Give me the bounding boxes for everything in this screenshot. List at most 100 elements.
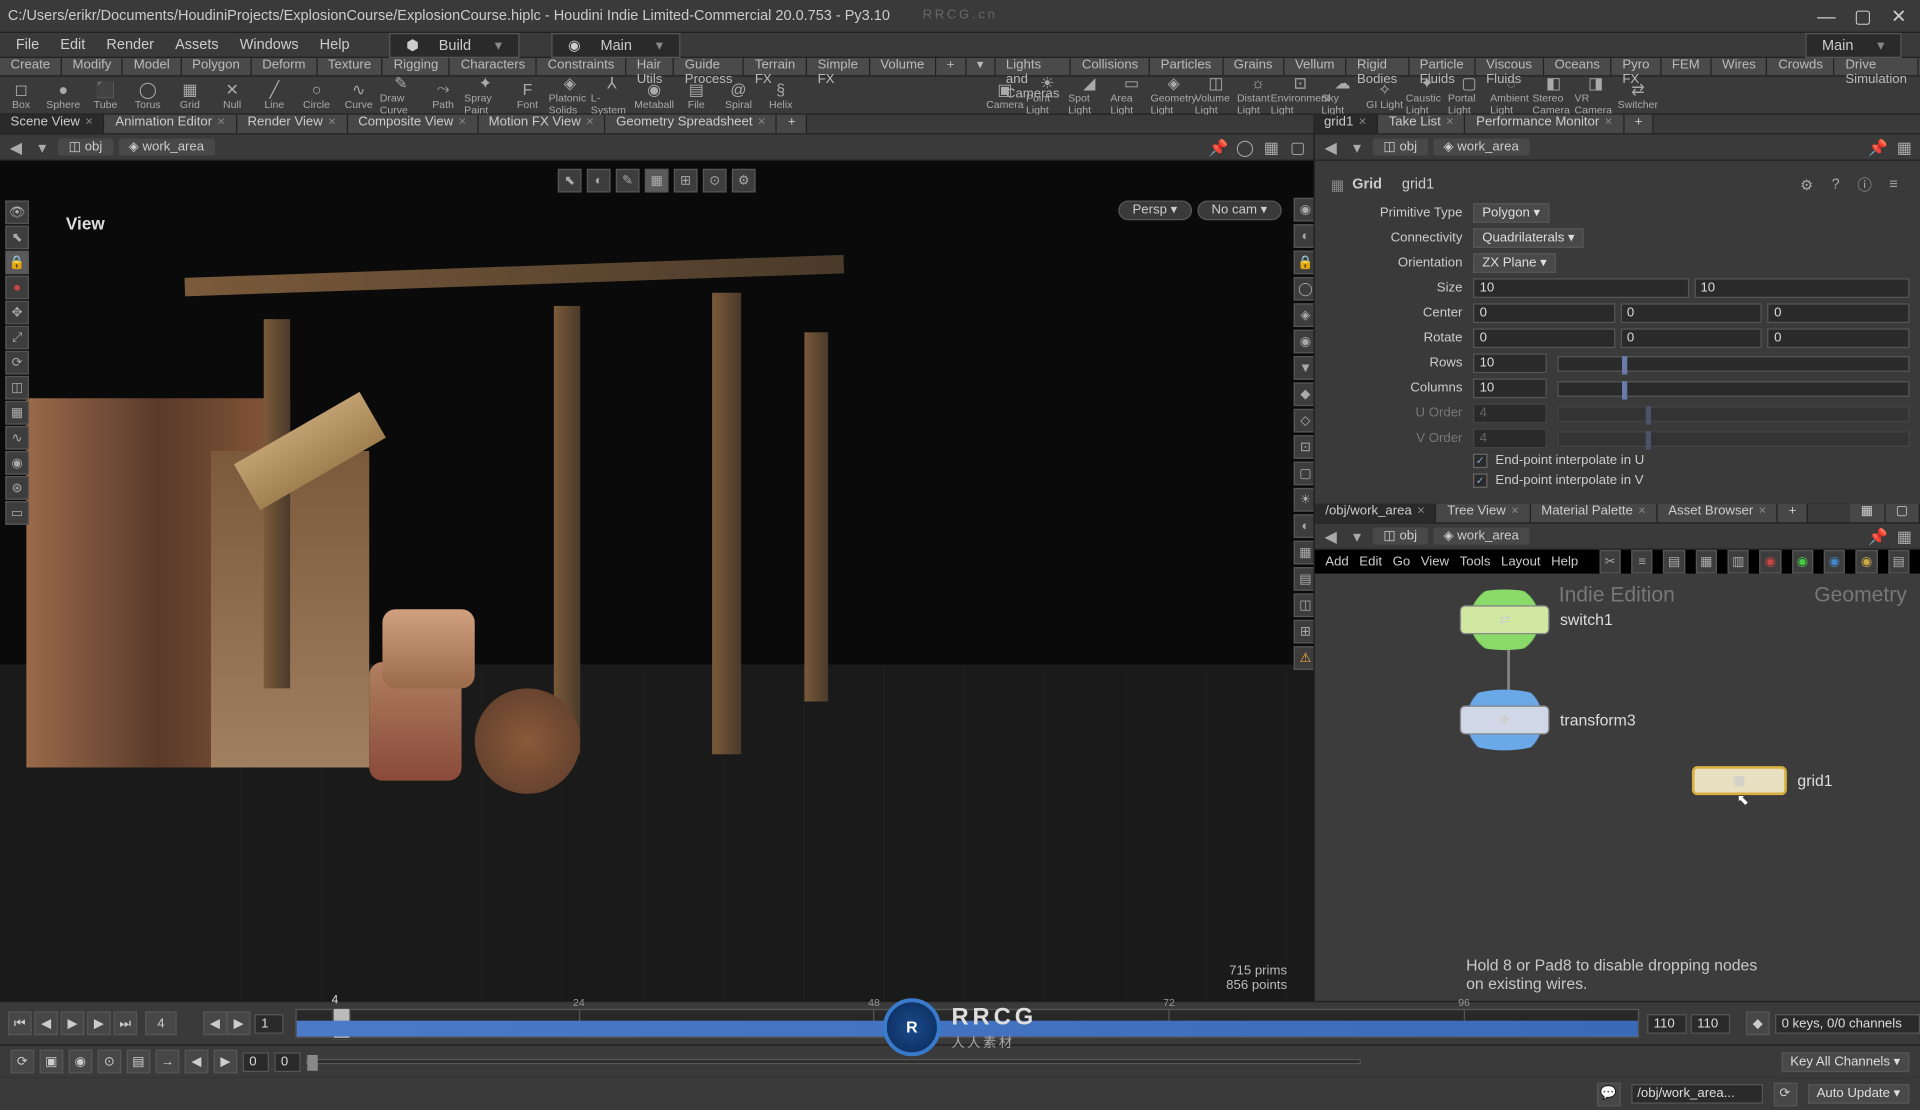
- tab-pyrofx[interactable]: Pyro FX: [1612, 58, 1662, 75]
- tab-lights[interactable]: Lights and Cameras: [995, 58, 1071, 75]
- path-obj[interactable]: ◫ obj: [1373, 527, 1428, 544]
- tab-create[interactable]: Create: [0, 58, 62, 75]
- tab-crowds[interactable]: Crowds: [1768, 58, 1835, 75]
- tool-portal-light[interactable]: ▢Portal Light: [1448, 76, 1490, 113]
- path-obj[interactable]: ◫ obj: [1373, 138, 1428, 155]
- tab-particlefluids[interactable]: Particle Fluids: [1409, 58, 1475, 75]
- tab-characters[interactable]: Characters: [450, 58, 537, 75]
- handles-tool[interactable]: ◫: [5, 376, 29, 400]
- tab-grains[interactable]: Grains: [1223, 58, 1284, 75]
- tab-rigid[interactable]: Rigid Bodies: [1346, 58, 1409, 75]
- tab-plus[interactable]: +: [936, 58, 966, 75]
- keyframe-icon[interactable]: ◆: [1746, 1011, 1770, 1035]
- field-rz[interactable]: 0: [1768, 328, 1910, 348]
- tab-oceans[interactable]: Oceans: [1544, 58, 1612, 75]
- tab-terrainfx[interactable]: Terrain FX: [744, 58, 807, 75]
- nettab-assetbrowser[interactable]: Asset Browser×: [1658, 504, 1778, 522]
- close-icon[interactable]: ✕: [1891, 8, 1907, 24]
- value-slider[interactable]: [306, 1059, 1361, 1064]
- tool-draw-curve[interactable]: ✎Draw Curve: [380, 76, 422, 113]
- tool-curve[interactable]: ∿Curve: [338, 76, 380, 113]
- gear-icon[interactable]: ⚙: [732, 169, 756, 193]
- tool-gi-light[interactable]: ✧GI Light: [1364, 76, 1406, 113]
- back-icon[interactable]: ◀: [1320, 526, 1341, 547]
- split-icon[interactable]: ▦: [1261, 136, 1282, 157]
- node-transform3[interactable]: ✥ transform3: [1460, 706, 1636, 735]
- tab-collisions[interactable]: Collisions: [1071, 58, 1150, 75]
- rotate-tool[interactable]: ⟳: [5, 351, 29, 375]
- panetab-takelist[interactable]: Take List×: [1378, 115, 1465, 133]
- goto-end-button[interactable]: ⏭: [113, 1011, 137, 1035]
- tool-null[interactable]: ✕Null: [211, 76, 253, 113]
- tab-viscous[interactable]: Viscous Fluids: [1476, 58, 1544, 75]
- range-end2[interactable]: 110: [1691, 1013, 1731, 1033]
- field-connectivity[interactable]: Quadrilaterals ▾: [1473, 228, 1584, 248]
- snap-curve[interactable]: ∿: [5, 426, 29, 450]
- scale-tool[interactable]: ⤢: [5, 326, 29, 350]
- tool-line[interactable]: ╱Line: [253, 76, 295, 113]
- field-ry[interactable]: 0: [1620, 328, 1762, 348]
- tool-spiral[interactable]: @Spiral: [717, 76, 759, 113]
- tool-tube[interactable]: ⬛Tube: [84, 76, 126, 113]
- forward-icon[interactable]: ▾: [32, 136, 53, 157]
- tool-camera[interactable]: ▣Camera: [984, 76, 1026, 113]
- netmenu-view[interactable]: View: [1421, 555, 1449, 570]
- brush-tool[interactable]: ✎: [616, 169, 640, 193]
- magnet-icon[interactable]: ⊙: [703, 169, 727, 193]
- field-rx[interactable]: 0: [1473, 328, 1615, 348]
- node-grid1[interactable]: ▦ grid1: [1692, 766, 1833, 795]
- tab-polygon[interactable]: Polygon: [182, 58, 252, 75]
- panetab-comp[interactable]: Composite View×: [348, 115, 478, 133]
- field-sizex[interactable]: 10: [1473, 278, 1689, 298]
- tool-spot-light[interactable]: ◢Spot Light: [1068, 76, 1110, 113]
- tool-platonic-solids[interactable]: ◈Platonic Solids: [549, 76, 591, 113]
- tool-volume-light[interactable]: ◫Volume Light: [1195, 76, 1237, 113]
- back-icon[interactable]: ◀: [1320, 136, 1341, 157]
- nettab-workarea[interactable]: /obj/work_area×: [1315, 504, 1437, 522]
- lock-icon[interactable]: 🔒: [5, 251, 29, 275]
- refresh-icon[interactable]: ⟳: [1773, 1082, 1797, 1106]
- chat-icon[interactable]: 💬: [1596, 1082, 1620, 1106]
- field-cy[interactable]: 0: [1620, 303, 1762, 323]
- tool-sky-light[interactable]: ☁Sky Light: [1321, 76, 1363, 113]
- panetab-add2[interactable]: +: [1624, 115, 1654, 133]
- panetab-perfmon[interactable]: Performance Monitor×: [1466, 115, 1625, 133]
- tool-area-light[interactable]: ▭Area Light: [1110, 76, 1152, 113]
- shelf-dropdown[interactable]: ▾: [966, 58, 995, 75]
- tool-file[interactable]: ▤File: [675, 76, 717, 113]
- red-tool[interactable]: ●: [5, 276, 29, 300]
- checkbox-interpv[interactable]: ✓End-point interpolate in V: [1473, 473, 1909, 488]
- panetab-geosheet[interactable]: Geometry Spreadsheet×: [606, 115, 778, 133]
- field-cx[interactable]: 0: [1473, 303, 1615, 323]
- tab-deform[interactable]: Deform: [252, 58, 318, 75]
- tab-model[interactable]: Model: [123, 58, 181, 75]
- menu-edit[interactable]: Edit: [52, 34, 93, 55]
- pointer-tool[interactable]: ⬉: [5, 225, 29, 249]
- gear-icon[interactable]: ⚙: [1796, 174, 1817, 195]
- snap-tool[interactable]: ⊞: [674, 169, 698, 193]
- scene-viewport[interactable]: ⬉ ◐ ✎ ▦ ⊞ ⊙ ⚙ 👁 ⬉ 🔒 ● ✥ ⤢ ⟳ ◫ ▦ ∿ ◉ ⊛: [0, 161, 1313, 1001]
- field-cols[interactable]: 10: [1473, 378, 1547, 398]
- tool-vr-camera[interactable]: ◨VR Camera: [1575, 76, 1617, 113]
- tool-helix[interactable]: §Helix: [760, 76, 802, 113]
- panetab-sceneview[interactable]: Scene View×: [0, 115, 105, 133]
- tool-point-light[interactable]: ☀Point Light: [1026, 76, 1068, 113]
- menu-assets[interactable]: Assets: [167, 34, 226, 55]
- info-icon[interactable]: ⓘ: [1854, 174, 1875, 195]
- path-obj[interactable]: ◫ obj: [58, 138, 113, 155]
- path-workarea[interactable]: ◈ work_area: [1433, 138, 1529, 155]
- menu-file[interactable]: File: [8, 34, 47, 55]
- path-workarea[interactable]: ◈ work_area: [118, 138, 215, 155]
- link-icon[interactable]: ◯: [1234, 136, 1255, 157]
- snap-grid[interactable]: ▦: [5, 401, 29, 425]
- tab-guideprocess[interactable]: Guide Process: [674, 58, 744, 75]
- panetab-renderview[interactable]: Render View×: [237, 115, 348, 133]
- tool-stereo-camera[interactable]: ◧Stereo Camera: [1532, 76, 1574, 113]
- path-workarea[interactable]: ◈ work_area: [1433, 527, 1529, 544]
- netmenu-edit[interactable]: Edit: [1359, 555, 1382, 570]
- nettab-treeview[interactable]: Tree View×: [1437, 504, 1531, 522]
- netmenu-help[interactable]: Help: [1551, 555, 1578, 570]
- netmenu-tools[interactable]: Tools: [1460, 555, 1491, 570]
- netmenu-layout[interactable]: Layout: [1501, 555, 1541, 570]
- tab-constraints[interactable]: Constraints: [537, 58, 626, 75]
